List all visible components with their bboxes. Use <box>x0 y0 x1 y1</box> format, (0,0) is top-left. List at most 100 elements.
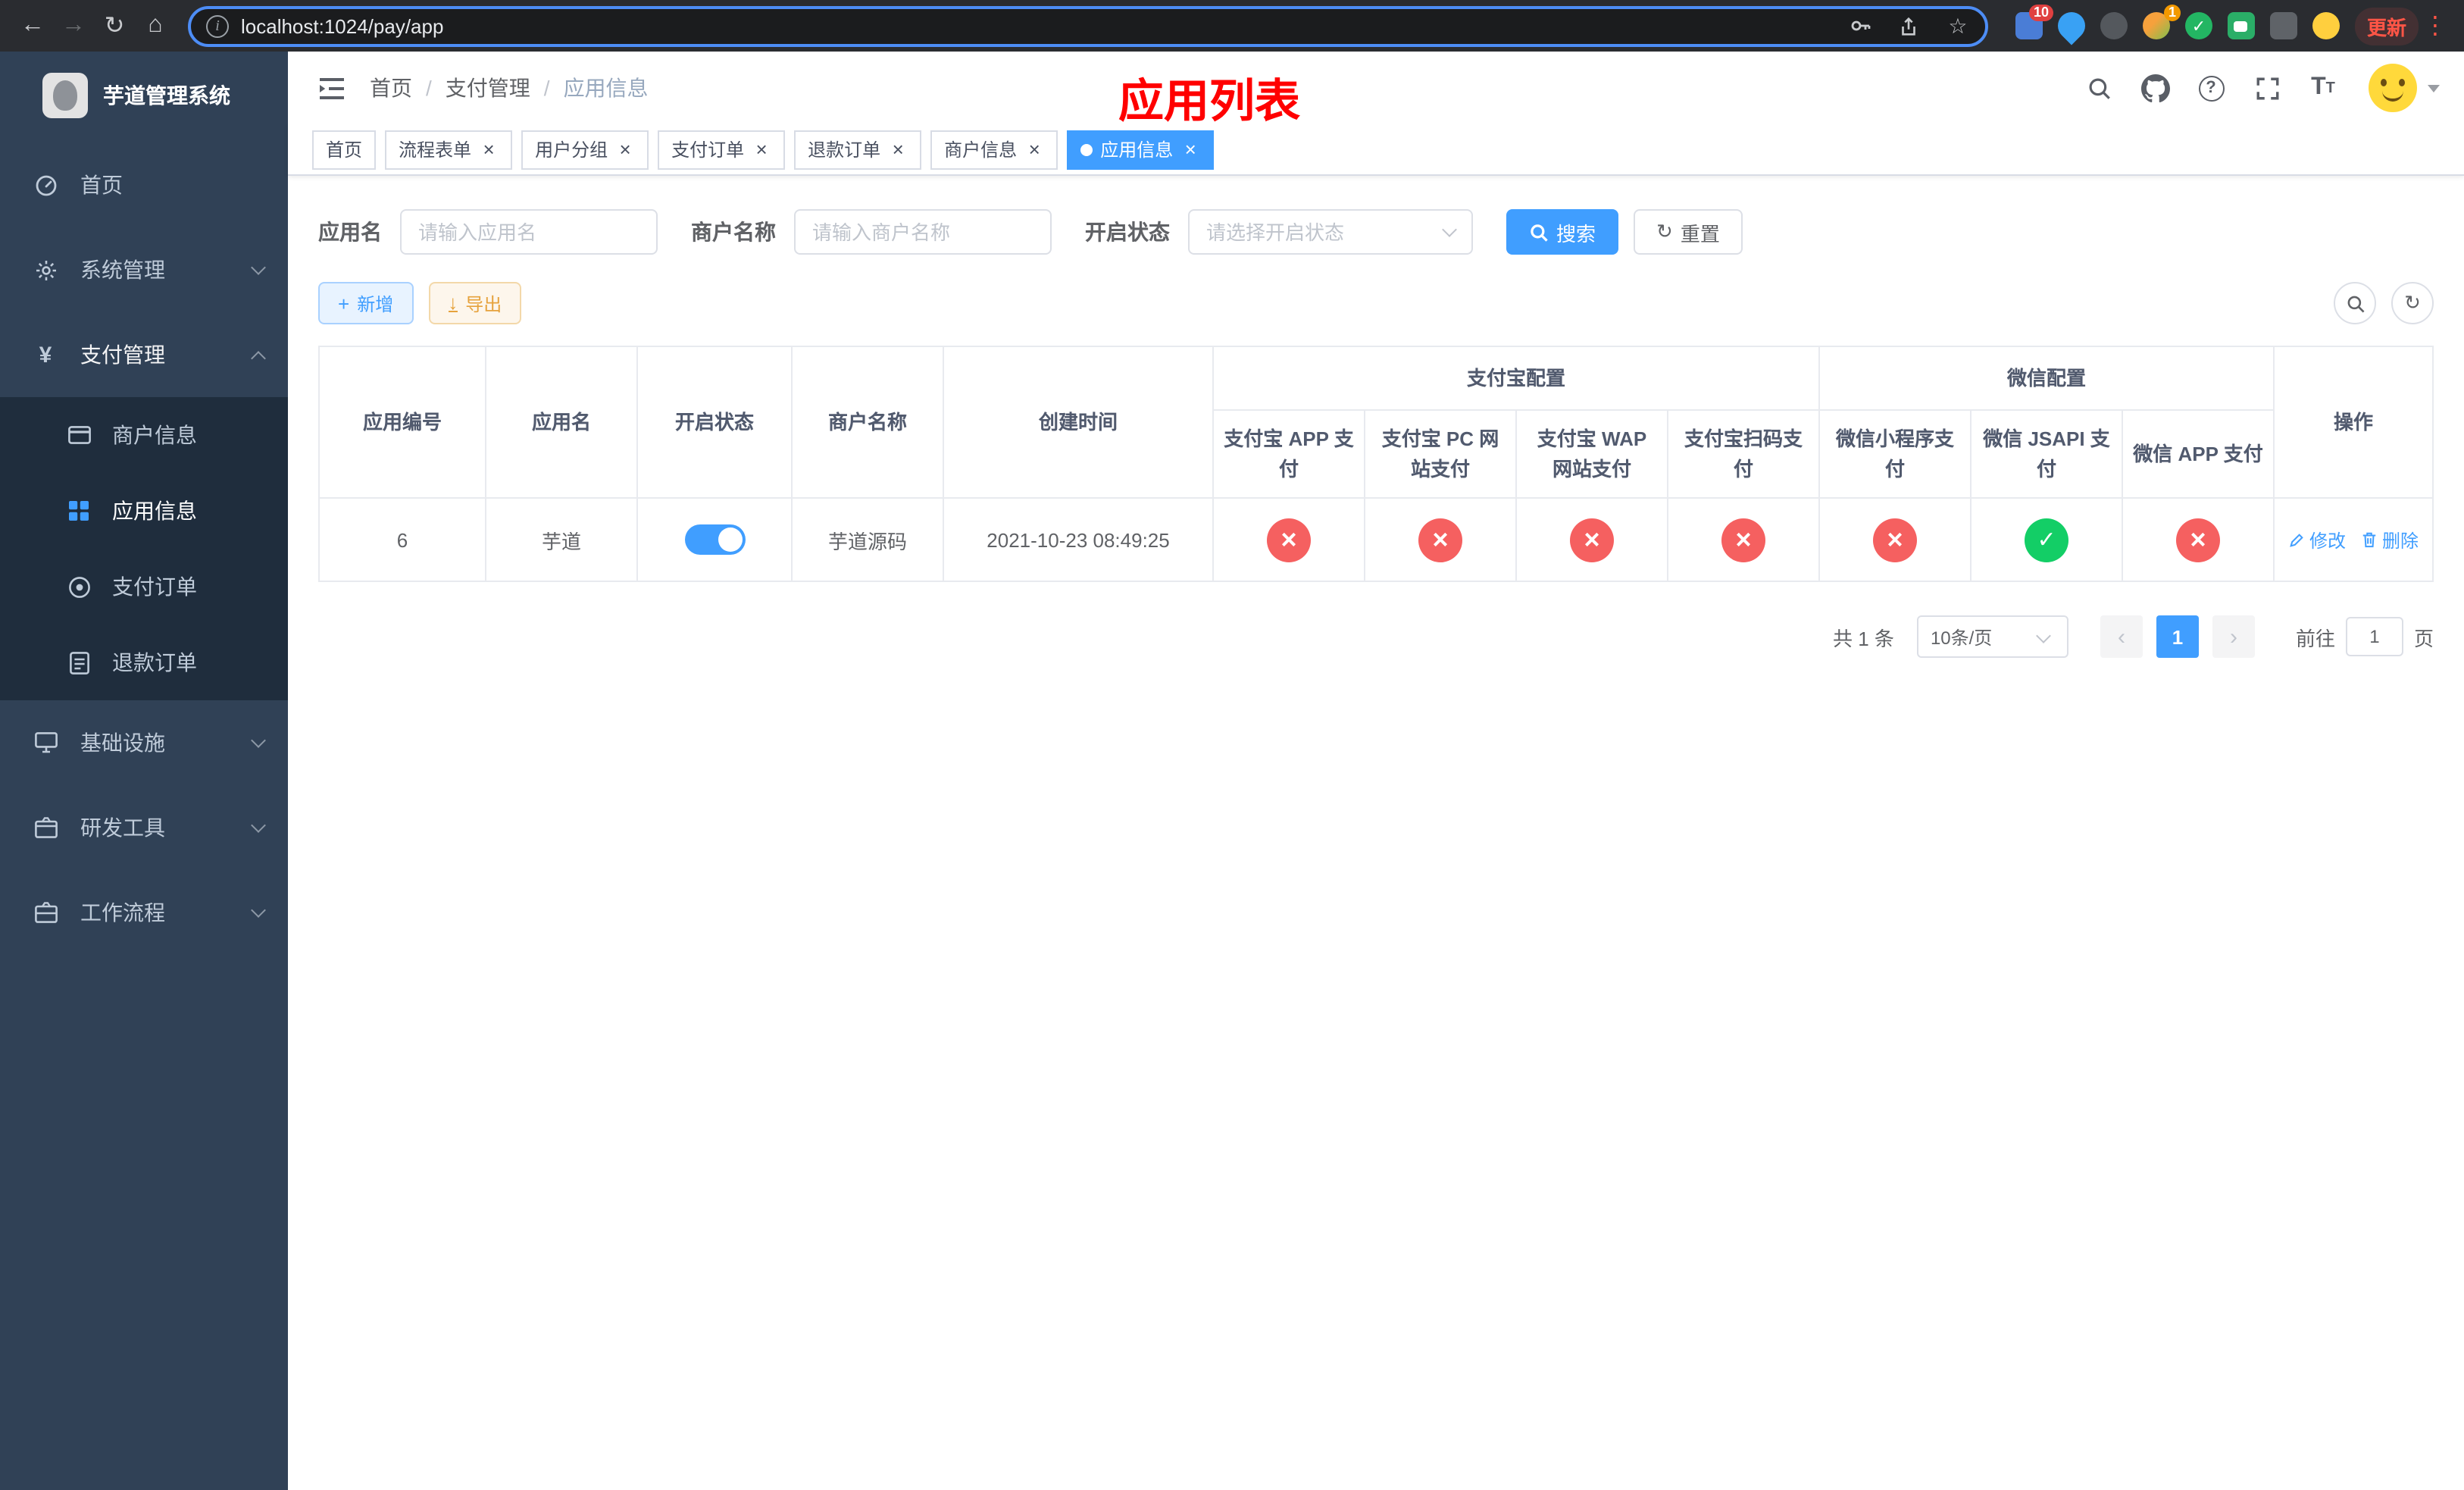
browser-forward-icon[interactable] <box>53 5 94 46</box>
browser-reload-icon[interactable] <box>94 5 135 46</box>
extension-badge: 1 <box>2163 5 2181 21</box>
browser-back-icon[interactable] <box>12 5 53 46</box>
close-icon[interactable] <box>1024 139 1044 159</box>
share-icon[interactable] <box>1891 8 1928 44</box>
close-icon[interactable] <box>1180 139 1200 159</box>
yen-icon <box>30 342 61 368</box>
sidebar-item-refund-order[interactable]: 退款订单 <box>0 624 288 700</box>
close-icon[interactable] <box>615 139 635 159</box>
extension-grid-icon[interactable]: 10 <box>2015 5 2053 39</box>
extension-drop-icon[interactable] <box>2052 6 2091 45</box>
export-button[interactable]: 导出 <box>428 282 522 324</box>
extension-puzzle-icon[interactable] <box>2269 12 2297 39</box>
extension-dark-icon[interactable] <box>2100 12 2128 39</box>
breadcrumb-item-pay[interactable]: 支付管理 <box>446 73 530 103</box>
page-size-select[interactable]: 10条/页 <box>1916 615 2068 658</box>
refresh-table-button[interactable] <box>2391 282 2434 324</box>
tab-refund-order[interactable]: 退款订单 <box>794 130 922 169</box>
chevron-down-icon <box>251 902 266 917</box>
extension-face-icon[interactable] <box>2312 12 2340 39</box>
tab-pay-order[interactable]: 支付订单 <box>658 130 786 169</box>
sidebar-logo[interactable]: 芋道管理系统 <box>0 52 288 139</box>
tab-label: 首页 <box>326 139 363 161</box>
site-info-icon[interactable] <box>206 14 229 37</box>
password-key-icon[interactable] <box>1843 8 1879 44</box>
col-header-status: 开启状态 <box>636 346 793 499</box>
status-select-input[interactable] <box>1188 209 1473 255</box>
prev-page-button[interactable] <box>2100 615 2143 658</box>
tab-app-info[interactable]: 应用信息 <box>1067 130 1215 169</box>
col-header-app-id: 应用编号 <box>318 346 486 499</box>
tab-user-group[interactable]: 用户分组 <box>521 130 649 169</box>
next-page-button[interactable] <box>2212 615 2255 658</box>
extension-badge: 10 <box>2028 5 2053 21</box>
sidebar-item-app-info[interactable]: 应用信息 <box>0 473 288 549</box>
sidebar-item-pay[interactable]: 支付管理 <box>0 312 288 397</box>
browser-menu-icon[interactable] <box>2419 11 2452 41</box>
status-toggle[interactable] <box>684 524 745 555</box>
logo-blob <box>53 80 77 111</box>
hamburger-icon[interactable] <box>303 67 361 108</box>
tab-label: 支付订单 <box>671 139 745 161</box>
search-icon[interactable] <box>2082 71 2115 105</box>
cell-alipay-qr <box>1666 497 1821 582</box>
goto-page-input[interactable] <box>2345 617 2403 656</box>
sidebar-item-system[interactable]: 系统管理 <box>0 227 288 312</box>
breadcrumb-separator: / <box>543 76 550 100</box>
sidebar-item-merchant-info[interactable]: 商户信息 <box>0 397 288 473</box>
sidebar-item-dev-tools[interactable]: 研发工具 <box>0 785 288 870</box>
app-name-input[interactable] <box>400 209 658 255</box>
fullscreen-icon[interactable] <box>2250 71 2284 105</box>
address-bar[interactable]: localhost:1024/pay/app <box>188 5 1988 46</box>
row-actions: 修改 删除 <box>2288 527 2419 552</box>
extension-avatar-icon[interactable]: 1 <box>2142 5 2181 39</box>
tab-process-form[interactable]: 流程表单 <box>385 130 513 169</box>
close-icon[interactable] <box>479 139 499 159</box>
sidebar-item-label: 支付管理 <box>80 343 165 367</box>
main-area: 首页 / 支付管理 / 应用信息 应用列表 ? T T 首页 流程表单 × 用户… <box>288 52 2464 1490</box>
add-button[interactable]: 新增 <box>318 282 414 324</box>
col-header-alipay-app: 支付宝 APP 支付 <box>1212 409 1365 499</box>
edit-link[interactable]: 修改 <box>2288 527 2346 552</box>
cell-merchant: 芋道源码 <box>791 497 944 582</box>
extension-check-icon[interactable] <box>2184 12 2212 39</box>
group-header-wechat: 微信配置 <box>1818 346 2275 411</box>
close-icon[interactable] <box>888 139 908 159</box>
tab-home[interactable]: 首页 <box>312 130 377 169</box>
sidebar-item-home[interactable]: 首页 <box>0 142 288 227</box>
sidebar-item-label: 商户信息 <box>112 423 197 447</box>
search-button[interactable]: 搜索 <box>1506 209 1619 255</box>
data-table: 应用编号 应用名 开启状态 商户名称 创建时间 支付宝配置 微信配置 操作 支付… <box>318 346 2434 582</box>
reset-button[interactable]: 重置 <box>1634 209 1743 255</box>
browser-update-button[interactable]: 更新 <box>2354 7 2419 45</box>
screen: localhost:1024/pay/app 10 1 更新 <box>0 0 2464 1490</box>
delete-link[interactable]: 删除 <box>2361 527 2419 552</box>
tab-merchant-info[interactable]: 商户信息 <box>930 130 1058 169</box>
extension-chat-icon[interactable] <box>2227 12 2255 39</box>
breadcrumb-item-home[interactable]: 首页 <box>370 73 412 103</box>
app-name-label: 应用名 <box>318 220 382 244</box>
sidebar-item-label: 支付订单 <box>112 574 197 599</box>
status-select[interactable] <box>1188 209 1473 255</box>
col-header-created: 创建时间 <box>943 346 1214 499</box>
github-icon[interactable] <box>2138 71 2172 105</box>
sidebar-item-label: 基础设施 <box>80 731 165 755</box>
chevron-down-icon <box>251 817 266 832</box>
show-search-button[interactable] <box>2334 282 2376 324</box>
help-icon[interactable] <box>2194 71 2228 105</box>
merchant-name-input[interactable] <box>794 209 1052 255</box>
sidebar-item-pay-order[interactable]: 支付订单 <box>0 549 288 624</box>
sidebar-item-workflow[interactable]: 工作流程 <box>0 870 288 955</box>
font-size-icon[interactable]: TT <box>2306 71 2340 105</box>
col-header-wechat-app: 微信 APP 支付 <box>2122 409 2275 499</box>
close-icon[interactable] <box>752 139 771 159</box>
sidebar-item-infrastructure[interactable]: 基础设施 <box>0 700 288 785</box>
user-avatar-menu[interactable] <box>2369 64 2440 112</box>
browser-home-icon[interactable] <box>135 5 176 46</box>
bookmark-star-icon[interactable] <box>1940 8 1976 44</box>
page-number-button[interactable]: 1 <box>2156 615 2199 658</box>
status-no-icon <box>2176 518 2221 562</box>
cell-wechat-app <box>2122 497 2275 582</box>
tab-label: 流程表单 <box>399 139 472 161</box>
url-text[interactable]: localhost:1024/pay/app <box>241 14 443 37</box>
